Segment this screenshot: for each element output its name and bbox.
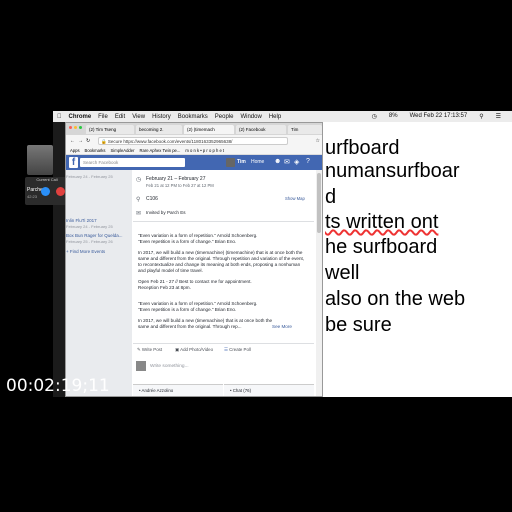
- call-duration: 42:23: [27, 194, 38, 199]
- menubar-clock[interactable]: Wed Feb 22 17:13:57: [410, 113, 468, 120]
- zoom-window-icon[interactable]: [79, 126, 82, 129]
- menu-window[interactable]: Window: [240, 114, 261, 120]
- menu-help[interactable]: Help: [269, 114, 281, 120]
- event-desc-p8: In 2017, we will build a new (timemachin…: [138, 318, 273, 329]
- divider: [133, 343, 314, 344]
- tab-bar: (2) Tim Tseng becoming 2. (2) (timemach …: [66, 123, 322, 135]
- event-dates: February 21 – February 27: [146, 176, 206, 182]
- doc-line-8: be sure: [325, 314, 392, 336]
- chrome-window: (2) Tim Tseng becoming 2. (2) (timemach …: [65, 122, 323, 397]
- add-photo-tab[interactable]: ▣ Add Photo/Video: [175, 347, 213, 353]
- bookmark-bookmarks[interactable]: Bookmarks: [85, 148, 106, 153]
- bookmarks-bar: Apps Bookmarks SimpleAdder Rare Aphex Tw…: [66, 146, 322, 155]
- event-invited-by: Invited by Parch Es: [146, 210, 186, 215]
- doc-line-6: well: [325, 262, 360, 284]
- chat-tab-friend[interactable]: • Andrée Azzolino: [133, 384, 223, 396]
- tab-becoming[interactable]: becoming 2.: [136, 125, 182, 134]
- forward-icon[interactable]: →: [78, 138, 83, 144]
- address-bar[interactable]: 🔒 Secure https://www.facebook.com/events…: [98, 136, 288, 145]
- chat-tab-main[interactable]: • Chat (76): [224, 384, 314, 396]
- event-item-1-title[interactable]: Inlin FluTi 2017: [66, 218, 97, 223]
- create-poll-tab[interactable]: ☰ Create Poll: [224, 347, 251, 353]
- event-location: C106: [146, 196, 158, 202]
- menu-edit[interactable]: Edit: [115, 114, 125, 120]
- left-dark-panel: [53, 122, 65, 397]
- write-post-tab[interactable]: ✎ Write Post: [137, 347, 162, 353]
- menu-bookmarks[interactable]: Bookmarks: [178, 114, 208, 120]
- fb-search-input[interactable]: Search Facebook: [80, 158, 185, 167]
- doc-line-7: also on the web: [325, 288, 466, 310]
- invited-icon: ✉: [136, 211, 142, 217]
- tab-facebook[interactable]: (2) Facebook: [236, 125, 286, 134]
- write-something-input[interactable]: Write something...: [150, 364, 189, 369]
- lock-icon: 🔒: [101, 138, 107, 144]
- tab-tim[interactable]: Tim: [288, 125, 322, 134]
- messages-icon[interactable]: ✉: [284, 158, 290, 166]
- event-item-1-date: February 24 - February 25: [66, 224, 113, 229]
- fb-home-link[interactable]: Home: [251, 159, 264, 165]
- see-more-link[interactable]: See More: [272, 324, 292, 329]
- show-map-link[interactable]: Show Map: [285, 196, 305, 201]
- doc-line-1: urfboard: [325, 137, 400, 159]
- doc-line-5: he surfboard: [325, 236, 438, 258]
- doc-line-2: numansurfboar: [325, 160, 460, 182]
- wifi-icon[interactable]: ◷: [372, 113, 377, 120]
- notifications-icon[interactable]: ◈: [294, 158, 299, 166]
- facebook-logo-icon[interactable]: f: [69, 157, 78, 168]
- bookmark-aphex[interactable]: Rare Aphex Twin pe...: [139, 148, 180, 153]
- avatar: [136, 361, 146, 371]
- minimize-window-icon[interactable]: [74, 126, 77, 129]
- menu-history[interactable]: History: [152, 114, 171, 120]
- bookmark-apps[interactable]: Apps: [70, 148, 80, 153]
- event-desc-p2: "Even repetition is a form of change." B…: [138, 239, 237, 244]
- url-text: Secure https://www.facebook.com/events/1…: [107, 138, 233, 144]
- bookmark-simpleadder[interactable]: SimpleAdder: [111, 148, 135, 153]
- apple-icon[interactable]: : [57, 114, 62, 120]
- event-desc-p5: Reception Feb 23 at 8pm.: [138, 285, 191, 290]
- mac-menubar:  Chrome File Edit View History Bookmark…: [53, 111, 512, 122]
- call-info-button[interactable]: [41, 187, 50, 196]
- divider: [133, 221, 314, 222]
- spotlight-icon[interactable]: ⚲: [479, 113, 483, 120]
- help-icon[interactable]: ?: [306, 158, 310, 165]
- menu-list-icon[interactable]: ☰: [496, 113, 501, 120]
- event-desc-p3: In 2017, we will build a new (timemachin…: [138, 250, 305, 273]
- star-icon[interactable]: ☆: [316, 138, 320, 144]
- clock-icon: ◷: [136, 177, 142, 183]
- close-window-icon[interactable]: [69, 126, 72, 129]
- events-sidebar: February 24 - February 25 Inlin FluTi 20…: [66, 170, 132, 396]
- battery-percent[interactable]: 8%: [389, 113, 398, 120]
- event-desc-p7: "Even repetition is a form of change." B…: [138, 307, 237, 312]
- bookmark-monk-prophet[interactable]: m o n k • p r o p h e t: [185, 148, 224, 153]
- callee-video: [27, 145, 53, 175]
- menu-file[interactable]: File: [98, 114, 108, 120]
- avatar[interactable]: [226, 158, 235, 167]
- event-dates-sub: Feb 21 at 12 PM to Feb 27 at 12 PM: [146, 183, 214, 188]
- tab-timemachine[interactable]: (2) (timemach: [184, 125, 234, 134]
- reload-icon[interactable]: ↻: [86, 138, 90, 144]
- call-header: Current Call: [36, 177, 58, 182]
- doc-line-4: ts written ont: [325, 211, 439, 233]
- find-more-events-link[interactable]: + Find More Events: [66, 249, 105, 254]
- event-date-top: February 24 - February 25: [66, 174, 113, 179]
- video-timecode: 00:02:19;11: [6, 376, 110, 396]
- location-pin-icon: ⚲: [136, 197, 141, 203]
- friends-icon[interactable]: ☻: [274, 158, 281, 165]
- event-item-2-date: February 25 - February 26: [66, 239, 113, 244]
- menu-people[interactable]: People: [215, 114, 234, 120]
- back-icon[interactable]: ←: [70, 138, 75, 144]
- event-item-2-title[interactable]: Box Bun Rager for Quelda...: [66, 233, 123, 238]
- menu-view[interactable]: View: [132, 114, 145, 120]
- doc-line-3: d: [325, 186, 337, 208]
- menu-app-name[interactable]: Chrome: [69, 114, 92, 120]
- fb-user-name[interactable]: Tim: [237, 159, 246, 165]
- call-end-button[interactable]: [56, 187, 65, 196]
- scrollbar-thumb[interactable]: [317, 173, 321, 233]
- tab-tim-tseng[interactable]: (2) Tim Tseng: [86, 125, 134, 134]
